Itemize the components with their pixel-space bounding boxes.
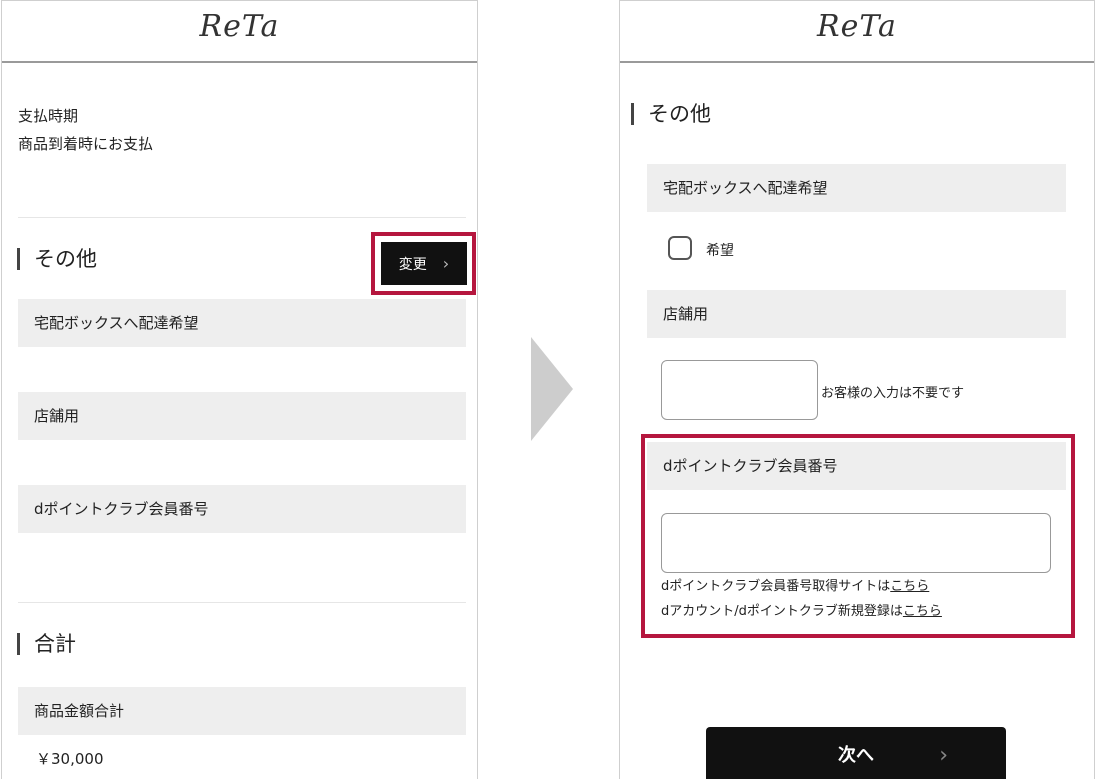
delivery-box-option-label: 希望 bbox=[706, 243, 734, 259]
dpoint-input[interactable] bbox=[661, 513, 1051, 573]
divider bbox=[18, 217, 466, 218]
change-button-label: 変更 bbox=[398, 256, 427, 273]
store-use-label: 店舗用 bbox=[647, 290, 1066, 338]
change-button[interactable]: 変更 › bbox=[381, 242, 467, 285]
section-title-other: その他 bbox=[17, 248, 97, 270]
store-use-note: お客様の入力は不要です bbox=[821, 386, 965, 401]
subtotal-label: 商品金額合計 bbox=[18, 687, 466, 735]
dpoint-info-line2: dアカウント/dポイントクラブ新規登録はこちら bbox=[661, 600, 942, 619]
dpoint-info-line1-text: dポイントクラブ会員番号取得サイトは bbox=[661, 579, 891, 594]
next-button[interactable]: 次へ › bbox=[706, 727, 1006, 779]
header: ReTa bbox=[620, 1, 1094, 63]
divider bbox=[18, 602, 466, 603]
payment-timing-label: 支払時期 bbox=[18, 107, 79, 125]
payment-timing-value: 商品到着時にお支払 bbox=[18, 135, 154, 153]
dpoint-info-line1: dポイントクラブ会員番号取得サイトはこちら bbox=[661, 575, 929, 594]
arrow-right-icon bbox=[531, 337, 573, 441]
subtotal-value: ￥30,000 bbox=[36, 750, 104, 768]
section-title-other: その他 bbox=[631, 103, 711, 125]
dpoint-info-line2-text: dアカウント/dポイントクラブ新規登録は bbox=[661, 604, 903, 619]
section-title-total: 合計 bbox=[17, 633, 76, 655]
chevron-right-icon: › bbox=[442, 254, 450, 273]
dpoint-label: dポイントクラブ会員番号 bbox=[647, 442, 1066, 490]
left-screen: ReTa 支払時期 商品到着時にお支払 その他 変更 › 宅配ボックスへ配達希望… bbox=[1, 0, 478, 779]
dpoint-acquire-link[interactable]: こちら bbox=[890, 579, 929, 594]
chevron-right-icon: › bbox=[939, 743, 948, 768]
dpoint-register-link[interactable]: こちら bbox=[903, 604, 942, 619]
delivery-box-checkbox[interactable] bbox=[668, 236, 692, 260]
store-use-label: 店舗用 bbox=[18, 392, 466, 440]
delivery-box-label: 宅配ボックスへ配達希望 bbox=[647, 164, 1066, 212]
reta-logo[interactable]: ReTa bbox=[2, 9, 477, 44]
reta-logo[interactable]: ReTa bbox=[620, 9, 1094, 44]
store-use-input[interactable] bbox=[661, 360, 818, 420]
header: ReTa bbox=[2, 1, 477, 63]
next-button-label: 次へ bbox=[838, 745, 874, 766]
right-screen: ReTa その他 宅配ボックスへ配達希望 希望 店舗用 お客様の入力は不要です … bbox=[619, 0, 1095, 779]
delivery-box-label: 宅配ボックスへ配達希望 bbox=[18, 299, 466, 347]
dpoint-label: dポイントクラブ会員番号 bbox=[18, 485, 466, 533]
